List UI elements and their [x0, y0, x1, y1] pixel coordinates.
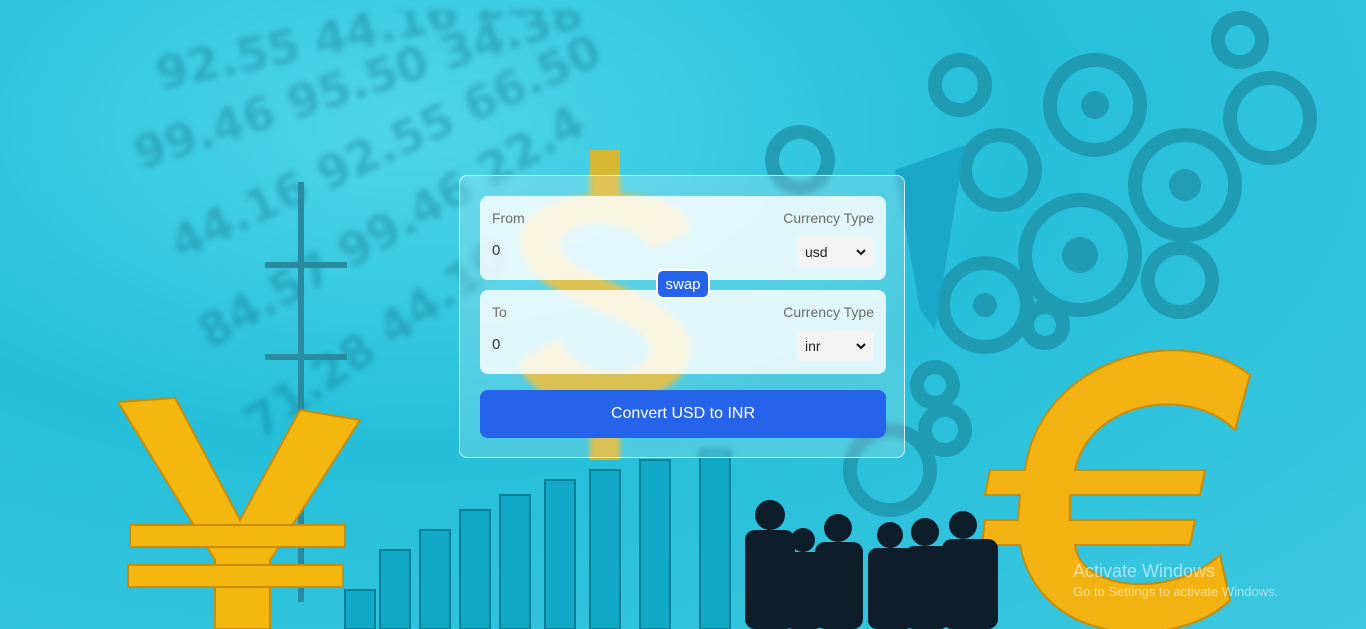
windows-activation-watermark: Activate Windows Go to Settings to activ…	[1073, 561, 1278, 599]
chevron-down-icon	[856, 343, 866, 350]
swap-button[interactable]: swap	[656, 269, 710, 299]
to-panel: To Currency Type 0 inr	[480, 290, 886, 374]
to-currency-type-label: Currency Type	[783, 304, 874, 320]
convert-button[interactable]: Convert USD to INR	[480, 390, 886, 438]
chevron-down-icon	[856, 249, 866, 256]
watermark-title: Activate Windows	[1073, 561, 1216, 581]
from-label: From	[492, 210, 525, 226]
watermark-subtitle: Go to Settings to activate Windows.	[1073, 584, 1279, 599]
to-currency-value: inr	[805, 338, 821, 354]
to-label: To	[492, 304, 507, 320]
from-currency-type-label: Currency Type	[783, 210, 874, 226]
to-currency-select[interactable]: inr	[797, 330, 874, 362]
to-amount-input[interactable]: 0	[492, 336, 500, 353]
from-currency-select[interactable]: usd	[797, 236, 874, 268]
converter-card: From Currency Type 0 usd swap To Currenc…	[459, 175, 905, 458]
from-currency-value: usd	[805, 244, 828, 260]
from-panel: From Currency Type 0 usd	[480, 196, 886, 280]
from-amount-input[interactable]: 0	[492, 242, 500, 259]
